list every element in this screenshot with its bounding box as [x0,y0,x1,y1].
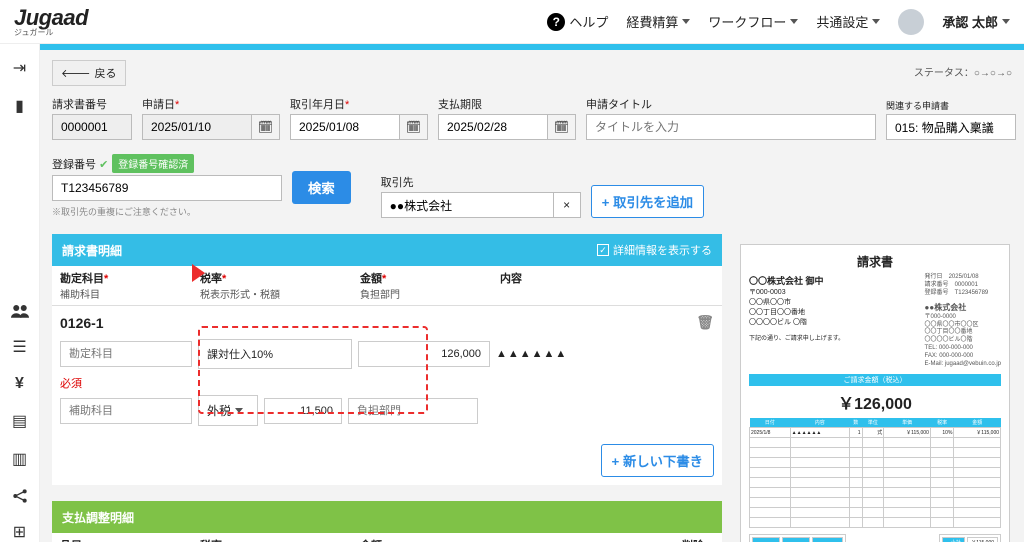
title-label: 申請タイトル [586,96,876,112]
pointer-icon [192,264,205,282]
new-draft-button[interactable]: + 新しい下書き [601,444,714,477]
share-icon[interactable] [10,487,30,504]
users-icon[interactable] [10,302,30,319]
tax-amount-input[interactable]: 11,500 [264,398,342,424]
card-icon[interactable]: ▥ [10,449,30,469]
pv-summary: 小計￥115,000 消費税￥11,500 合計￥126,000 [939,534,1001,542]
back-button[interactable]: 🡐 戻る [52,60,126,86]
tax-class-input[interactable]: 課対仕入10% [198,339,352,369]
supplier-input[interactable] [381,192,554,218]
chevron-down-icon [235,408,243,413]
collapse-icon[interactable]: ⇥ [10,58,30,78]
tax-display-select[interactable]: 外税 [198,395,258,426]
related-label: 関連する申請書 [886,99,1016,112]
checkbox-icon: ✓ [597,244,609,256]
nav-expense[interactable]: 経費精算 [626,12,690,31]
nav-workflow[interactable]: ワークフロー [708,12,798,31]
due-date-input[interactable] [438,114,548,140]
reg-no-input[interactable] [52,175,282,201]
add-supplier-button[interactable]: + 取引先を追加 [591,185,704,218]
logo: Jugaad ジュガール [14,5,88,38]
accent-bar [40,44,1024,50]
user-menu[interactable]: 承認 太郎 [942,12,1010,31]
reg-no-label: 登録番号 ✔登録番号確認済 [52,154,282,173]
pv-breakdown: 税率区分小計消費税 10%対象￥11,500￥115,202 [749,534,846,542]
apply-date-label: 申請日 [142,99,179,111]
detail-row: 0126-1🗑 課対仕入10% 126,000 ▲▲▲▲▲▲ 必須 外税 11,… [52,306,722,436]
chevron-down-icon [1002,19,1010,24]
adjust-section-header: 支払調整明細 [52,501,722,533]
dept-input[interactable] [348,398,478,424]
calendar-icon[interactable]: 🗓 [548,114,576,140]
invoice-preview: 請求書 〇〇株式会社 御中 〒000-0003〇〇県〇〇市〇〇丁目〇〇番地〇〇〇… [740,244,1010,542]
reg-verified-badge: 登録番号確認済 [112,154,194,173]
supplier-label: 取引先 [381,174,581,190]
trans-date-label: 取引年月日 [290,99,349,111]
invoice-no-input[interactable] [52,114,132,140]
chevron-down-icon [872,19,880,24]
trans-date-input[interactable] [290,114,400,140]
calendar-icon[interactable]: 🗓 [252,114,280,140]
help-link[interactable]: ?ヘルプ [547,12,608,31]
status-text: ステータス：○→○→○ [914,64,1012,79]
show-detail-toggle[interactable]: ✓詳細情報を表示する [597,242,712,258]
sidebar: ⇥ ▮ ☰ ¥ ▤ ▥ ⊞ [0,44,40,542]
header-bar: Jugaad ジュガール ?ヘルプ 経費精算 ワークフロー 共通設定 承認 太郎 [0,0,1024,44]
invoice-no-label: 請求書番号 [52,96,132,112]
account-input[interactable] [60,341,192,367]
nav-settings[interactable]: 共通設定 [816,12,880,31]
logo-subtext: ジュガール [14,27,88,38]
amount-input[interactable]: 126,000 [358,341,490,367]
sub-account-input[interactable] [60,398,192,424]
report-icon[interactable]: ▤ [10,411,30,431]
list-icon[interactable]: ☰ [10,337,30,357]
chevron-down-icon [790,19,798,24]
avatar[interactable] [898,9,924,35]
grid-icon[interactable]: ⊞ [10,522,30,542]
chevron-down-icon [682,19,690,24]
search-button[interactable]: 検索 [292,171,351,204]
apply-date-input[interactable] [142,114,252,140]
row-code: 0126-1🗑 [60,310,714,335]
due-date-label: 支払期限 [438,96,576,112]
pv-title: 請求書 [749,253,1001,270]
dup-hint: ※取引先の重複にご注意ください。 [52,205,282,218]
adjust-columns: 品目補助科目 * 税率税表示形式・税額 金額摘要 * 削除 [52,533,722,542]
required-text: 必須 [60,375,714,391]
pv-total: ￥126,000 [749,386,1001,418]
title-input[interactable] [586,114,876,140]
calendar-icon[interactable]: 🗓 [400,114,428,140]
doc-icon[interactable]: ▮ [10,96,30,116]
pv-line-table: 日付内容数単位単価税率金額 2025/1/8▲▲▲▲▲▲1式￥115,00010… [749,418,1001,528]
yen-icon[interactable]: ¥ [10,375,30,393]
clear-supplier-icon[interactable]: × [554,192,581,218]
help-icon: ? [547,13,565,31]
detail-columns: 勘定科目補助科目 税率税表示形式・税額 金額負担部門 内容 [52,266,722,306]
content-text: ▲▲▲▲▲▲ [496,348,567,360]
detail-section-header: 請求書明細 ✓詳細情報を表示する [52,234,722,266]
related-input[interactable] [886,114,1016,140]
trash-icon[interactable]: 🗑 [696,314,714,331]
